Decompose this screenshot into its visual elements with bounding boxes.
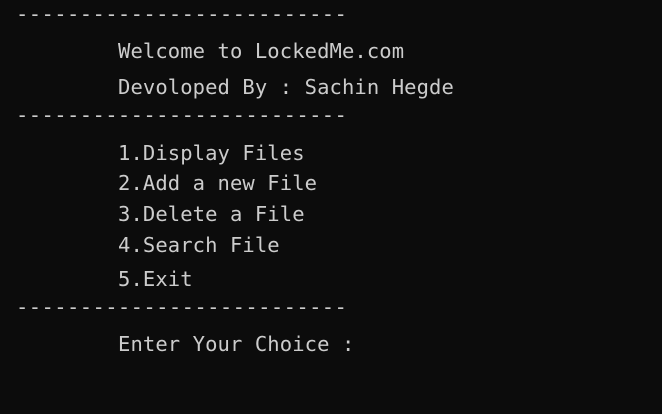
menu-option-search-file: 4.Search File bbox=[118, 233, 280, 257]
menu-option-delete-file: 3.Delete a File bbox=[118, 202, 305, 226]
menu-option-add-file: 2.Add a new File bbox=[118, 171, 318, 195]
console-window[interactable]: -------------------------- Welcome to Lo… bbox=[0, 0, 662, 414]
divider-line: -------------------------- bbox=[16, 103, 348, 127]
divider-line: -------------------------- bbox=[16, 2, 348, 26]
menu-option-display-files: 1.Display Files bbox=[118, 141, 305, 165]
developer-text: Devoloped By : Sachin Hegde bbox=[118, 75, 454, 99]
divider-line: -------------------------- bbox=[16, 295, 348, 319]
choice-prompt: Enter Your Choice : bbox=[118, 332, 355, 356]
menu-option-exit: 5.Exit bbox=[118, 267, 193, 291]
screenshot: -------------------------- Welcome to Lo… bbox=[0, 0, 665, 414]
welcome-text: Welcome to LockedMe.com bbox=[118, 39, 405, 63]
